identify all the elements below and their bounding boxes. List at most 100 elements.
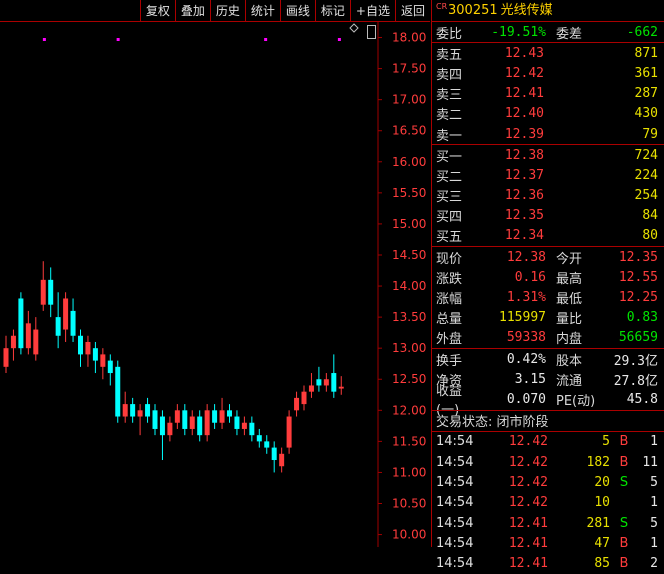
candle-body bbox=[316, 379, 322, 386]
stat-value: 12.35 bbox=[618, 249, 658, 265]
candle-body bbox=[130, 404, 136, 417]
tick-row: 14:54 12.42 20 S 5 bbox=[432, 472, 664, 492]
level-volume: 79 bbox=[642, 126, 658, 142]
weicha-value: -662 bbox=[626, 24, 658, 40]
toolbar-button-6[interactable]: +自选 bbox=[349, 0, 395, 21]
chart-scroll-handle[interactable] bbox=[367, 25, 376, 39]
tick-volume: 20 bbox=[594, 474, 610, 490]
candle-body bbox=[301, 391, 307, 405]
level-volume: 80 bbox=[642, 228, 658, 244]
toolbar-button-4[interactable]: 画线 bbox=[279, 0, 315, 21]
tick-price: 12.41 bbox=[508, 515, 548, 531]
tick-count: 1 bbox=[650, 535, 658, 551]
event-marker bbox=[42, 38, 46, 41]
level-volume: 224 bbox=[634, 167, 658, 183]
candle-body bbox=[331, 373, 337, 392]
tick-direction: S bbox=[619, 474, 629, 490]
fin-value: 3.15 bbox=[514, 371, 546, 387]
tick-count: 11 bbox=[642, 454, 658, 470]
tick-price: 12.42 bbox=[508, 495, 548, 511]
candle-body bbox=[115, 366, 121, 417]
candle-body bbox=[10, 335, 16, 349]
candle-body bbox=[212, 410, 218, 423]
candle-body bbox=[55, 317, 61, 336]
tick-row: 14:54 12.41 85 B 2 bbox=[432, 554, 664, 574]
level-price: 12.39 bbox=[504, 126, 544, 142]
event-marker bbox=[264, 38, 268, 41]
level-label: 买五 bbox=[436, 230, 463, 246]
toolbar-button-7[interactable]: 返回 bbox=[394, 0, 430, 21]
tick-volume: 47 bbox=[594, 535, 610, 551]
candle-body bbox=[294, 397, 300, 411]
weicha-label: 委差 bbox=[556, 26, 583, 42]
candle-body bbox=[48, 279, 54, 305]
fin-label: 换手 bbox=[436, 353, 463, 369]
tick-time: 14:54 bbox=[436, 474, 474, 490]
level-price: 12.43 bbox=[504, 45, 544, 61]
candle-body bbox=[241, 422, 247, 429]
weibi-row: 委比 -19.51% 委差 -662 bbox=[432, 22, 664, 42]
finance-stats: 换手 0.42% 股本 29.3亿 净资 3.15 流通 27.8亿 收益(一) 0.070 PE(… bbox=[432, 348, 664, 418]
y-tick-label: 12.50 bbox=[392, 372, 426, 386]
level-label: 卖五 bbox=[436, 47, 463, 63]
candle-body bbox=[33, 329, 39, 355]
level-price: 12.41 bbox=[504, 86, 544, 102]
tick-volume: 5 bbox=[602, 434, 610, 450]
toolbar-button-0[interactable]: 复权 bbox=[139, 0, 175, 21]
stat-label: 今开 bbox=[556, 251, 583, 267]
y-tick-label: 15.00 bbox=[392, 217, 426, 231]
quote-row: 总量 115997 量比 0.83 bbox=[432, 308, 664, 328]
level-volume: 871 bbox=[634, 45, 658, 61]
toolbar-button-5[interactable]: 标记 bbox=[314, 0, 350, 21]
level-price: 12.36 bbox=[504, 188, 544, 204]
tick-count: 5 bbox=[650, 474, 658, 490]
stat-value: 0.16 bbox=[514, 269, 546, 285]
stat-value: 1.31% bbox=[506, 290, 546, 306]
candle-body bbox=[204, 410, 210, 436]
tick-direction: B bbox=[619, 556, 629, 572]
tick-price: 12.42 bbox=[508, 474, 548, 490]
level-volume: 254 bbox=[634, 188, 658, 204]
candle-body bbox=[159, 416, 165, 436]
candle-body bbox=[338, 386, 344, 389]
level-volume: 361 bbox=[634, 65, 658, 81]
y-tick-label: 12.00 bbox=[392, 403, 426, 417]
tick-direction: B bbox=[619, 454, 629, 470]
candlestick-chart[interactable]: 18.00 17.50 17.00 16.50 16.00 15.50 15.00 14.50… bbox=[0, 22, 430, 547]
stock-code: 300251 bbox=[448, 3, 498, 18]
level-volume: 430 bbox=[634, 106, 658, 122]
candle-body bbox=[25, 323, 31, 349]
candle-body bbox=[78, 335, 83, 355]
candle-body bbox=[286, 416, 292, 448]
candle-body bbox=[249, 422, 255, 436]
fin-value: 27.8亿 bbox=[613, 373, 658, 389]
toolbar-button-1[interactable]: 叠加 bbox=[174, 0, 210, 21]
tick-count: 1 bbox=[650, 434, 658, 450]
stat-label: 涨跌 bbox=[436, 271, 463, 287]
chart-svg: 18.00 17.50 17.00 16.50 16.00 15.50 15.00 14.50… bbox=[3, 22, 426, 547]
tick-row: 14:54 12.42 182 B 11 bbox=[432, 452, 664, 472]
quote-row: 外盘 59338 内盘 56659 bbox=[432, 328, 664, 348]
tick-volume: 10 bbox=[594, 495, 610, 511]
stat-value: 12.25 bbox=[618, 290, 658, 306]
candle-body bbox=[3, 348, 9, 367]
toolbar-button-3[interactable]: 统计 bbox=[244, 0, 280, 21]
tick-volume: 85 bbox=[594, 556, 610, 572]
trade-status-text: 交易状态: 闭市阶段 bbox=[436, 415, 549, 431]
stat-label: 最高 bbox=[556, 271, 583, 287]
fin-value: 29.3亿 bbox=[613, 353, 658, 369]
asks-row: 卖四 12.42 361 bbox=[432, 63, 664, 83]
candle-body bbox=[107, 360, 113, 374]
tick-direction: B bbox=[619, 535, 629, 551]
fin-value: 0.42% bbox=[506, 351, 546, 367]
toolbar-button-2[interactable]: 历史 bbox=[209, 0, 245, 21]
candle-body bbox=[70, 310, 76, 336]
tick-direction: B bbox=[619, 434, 629, 450]
candle-body bbox=[227, 410, 232, 417]
stat-value: 115997 bbox=[499, 310, 546, 326]
tick-list[interactable]: 14:54 12.42 5 B 1 14:54 12.42 182 B 11 14:54 12.42 2… bbox=[432, 430, 664, 574]
stat-value: 56659 bbox=[618, 330, 658, 346]
tick-count: 1 bbox=[650, 495, 658, 511]
stat-value: 59338 bbox=[506, 330, 546, 346]
tick-time: 14:54 bbox=[436, 454, 474, 470]
